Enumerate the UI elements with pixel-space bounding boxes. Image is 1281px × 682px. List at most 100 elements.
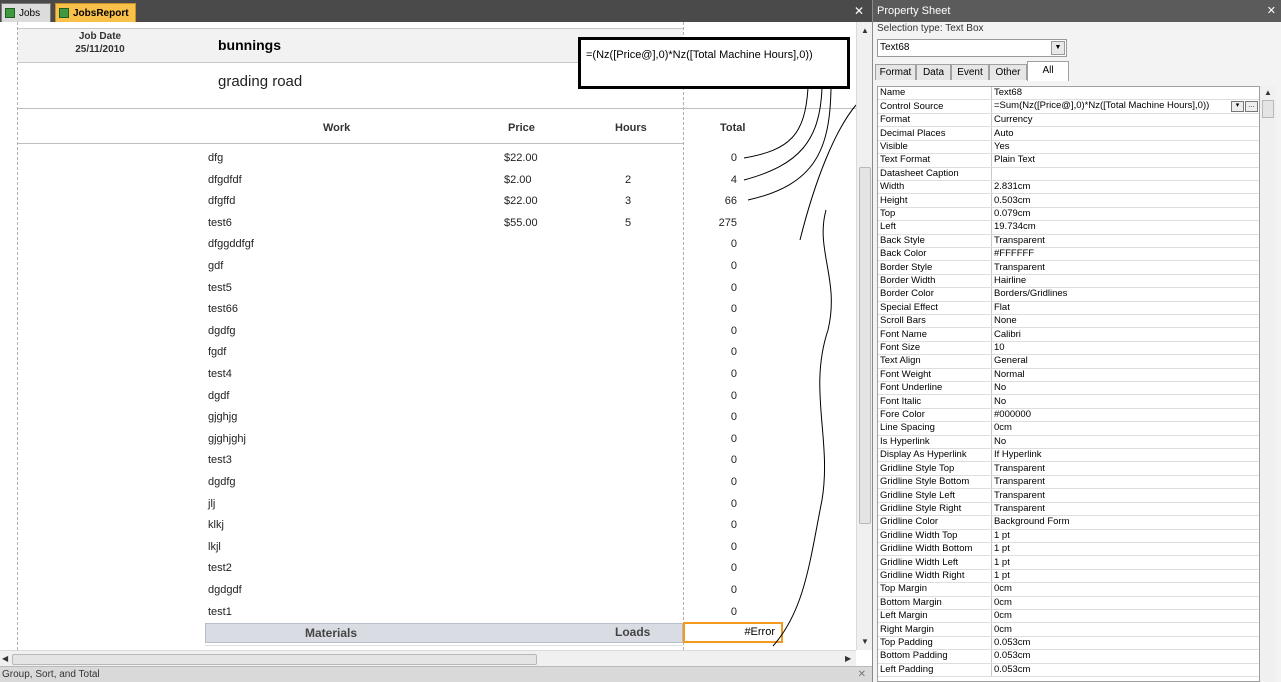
property-value[interactable]: 0.053cm (991, 663, 1259, 677)
property-value[interactable]: Transparent (991, 461, 1259, 476)
property-row[interactable]: Decimal Places Auto (878, 126, 1259, 141)
scroll-down-arrow-icon[interactable]: ▼ (861, 637, 869, 646)
property-row[interactable]: Height 0.503cm (878, 193, 1259, 208)
property-row[interactable]: Border Width Hairline (878, 274, 1259, 289)
property-value[interactable]: 10 (991, 341, 1259, 356)
property-grid-scroll-thumb[interactable] (1262, 100, 1274, 118)
property-value[interactable]: Hairline (991, 274, 1259, 289)
property-value[interactable]: 0cm (991, 582, 1259, 597)
property-value[interactable]: =Sum(Nz([Price@],0)*Nz([Total Machine Ho… (991, 99, 1259, 114)
property-row[interactable]: Top Padding 0.053cm (878, 636, 1259, 651)
property-row[interactable]: Visible Yes (878, 140, 1259, 155)
property-row[interactable]: Control Source =Sum(Nz([Price@],0)*Nz([To… (878, 99, 1259, 114)
property-row[interactable]: Special Effect Flat (878, 301, 1259, 316)
property-row[interactable]: Font Name Calibri (878, 327, 1259, 342)
property-row[interactable]: Bottom Margin 0cm (878, 596, 1259, 610)
property-row[interactable]: Is Hyperlink No (878, 435, 1259, 450)
property-value[interactable]: Yes (991, 140, 1259, 155)
property-value[interactable]: No (991, 435, 1259, 450)
property-value[interactable]: Currency (991, 113, 1259, 128)
expression-builder-button[interactable]: … (1245, 100, 1258, 112)
report-horizontal-scroll-thumb[interactable] (12, 654, 537, 665)
property-row[interactable]: Font Underline No (878, 381, 1259, 396)
property-value[interactable] (991, 167, 1259, 181)
control-selector-dropdown[interactable]: Text68 ▼ (877, 39, 1067, 57)
property-row[interactable]: Left Margin 0cm (878, 609, 1259, 624)
property-grid-scrollbar[interactable]: ▲ (1260, 86, 1276, 682)
property-row[interactable]: Text Format Plain Text (878, 153, 1259, 168)
property-row[interactable]: Line Spacing 0cm (878, 421, 1259, 436)
property-row[interactable]: Gridline Style Bottom Transparent (878, 475, 1259, 490)
property-value[interactable]: 0.053cm (991, 649, 1259, 664)
report-vertical-scrollbar[interactable]: ▲ ▼ (856, 22, 872, 650)
property-value[interactable]: Plain Text (991, 153, 1259, 168)
tab-format[interactable]: Format (875, 64, 916, 80)
property-row[interactable]: Width 2.831cm (878, 180, 1259, 195)
property-value[interactable]: Calibri (991, 327, 1259, 342)
chevron-down-icon[interactable]: ▾ (1231, 100, 1244, 112)
property-value[interactable]: Borders/Gridlines (991, 287, 1259, 302)
property-value[interactable]: Auto (991, 126, 1259, 141)
report-vertical-scroll-thumb[interactable] (859, 167, 871, 524)
property-value[interactable]: 1 pt (991, 555, 1259, 570)
property-row[interactable]: Font Weight Normal (878, 368, 1259, 383)
property-row[interactable]: Display As Hyperlink If Hyperlink (878, 448, 1259, 463)
property-row[interactable]: Back Color #FFFFFF (878, 247, 1259, 262)
property-value[interactable]: General (991, 354, 1259, 369)
property-value[interactable]: None (991, 314, 1259, 329)
property-row[interactable]: Back Style Transparent (878, 234, 1259, 248)
property-value[interactable]: #FFFFFF (991, 247, 1259, 262)
property-row[interactable]: Border Color Borders/Gridlines (878, 287, 1259, 302)
property-value[interactable]: Normal (991, 368, 1259, 383)
property-row[interactable]: Gridline Width Bottom 1 pt (878, 542, 1259, 557)
property-row[interactable]: Top 0.079cm (878, 207, 1259, 222)
property-row[interactable]: Bottom Padding 0.053cm (878, 649, 1259, 664)
scroll-right-arrow-icon[interactable]: ▶ (845, 654, 851, 663)
property-row[interactable]: Right Margin 0cm (878, 622, 1259, 637)
property-value[interactable]: #000000 (991, 408, 1259, 423)
property-value[interactable]: 2.831cm (991, 180, 1259, 195)
property-row[interactable]: Gridline Width Left 1 pt (878, 555, 1259, 570)
property-value[interactable]: 1 pt (991, 569, 1259, 584)
tab-all[interactable]: All (1027, 61, 1069, 81)
property-row[interactable]: Font Size 10 (878, 341, 1259, 356)
property-row[interactable]: Left 19.734cm (878, 220, 1259, 235)
property-row[interactable]: Format Currency (878, 113, 1259, 128)
group-sort-total-bar[interactable]: Group, Sort, and Total ✕ (0, 666, 872, 682)
chevron-down-icon[interactable]: ▼ (1051, 41, 1065, 55)
scroll-up-arrow-icon[interactable]: ▲ (1264, 88, 1272, 97)
tab-data[interactable]: Data (916, 64, 951, 80)
close-icon[interactable]: ✕ (858, 667, 866, 682)
property-row[interactable]: Name Text68 (878, 87, 1259, 101)
property-value[interactable]: If Hyperlink (991, 448, 1259, 463)
property-row[interactable]: Gridline Style Right Transparent (878, 502, 1259, 517)
property-value[interactable]: No (991, 394, 1259, 409)
scroll-up-arrow-icon[interactable]: ▲ (861, 26, 869, 35)
property-value[interactable]: Transparent (991, 488, 1259, 503)
property-row[interactable]: Border Style Transparent (878, 260, 1259, 275)
property-row[interactable]: Gridline Style Left Transparent (878, 488, 1259, 503)
property-value[interactable]: 0.503cm (991, 193, 1259, 208)
property-row[interactable]: Left Padding 0.053cm (878, 663, 1259, 677)
total-sum-textbox-text68[interactable]: #Error (683, 622, 783, 643)
close-document-icon[interactable]: ✕ (854, 4, 864, 18)
property-value[interactable]: 1 pt (991, 529, 1259, 543)
property-value[interactable]: 0.053cm (991, 636, 1259, 651)
property-value[interactable]: No (991, 381, 1259, 396)
tab-other[interactable]: Other (989, 64, 1027, 80)
property-row[interactable]: Font Italic No (878, 394, 1259, 409)
property-value[interactable]: 0cm (991, 609, 1259, 624)
tab-jobs[interactable]: Jobs (1, 3, 51, 22)
property-value[interactable]: 1 pt (991, 542, 1259, 557)
property-row[interactable]: Text Align General (878, 354, 1259, 369)
tab-event[interactable]: Event (951, 64, 989, 80)
property-value[interactable]: 0.079cm (991, 207, 1259, 222)
property-value[interactable]: Flat (991, 301, 1259, 316)
property-row[interactable]: Scroll Bars None (878, 314, 1259, 329)
property-value[interactable]: Background Form (991, 515, 1259, 530)
property-value[interactable]: Transparent (991, 260, 1259, 275)
property-value[interactable]: 0cm (991, 596, 1259, 610)
property-value[interactable]: Transparent (991, 502, 1259, 517)
property-value[interactable]: Transparent (991, 234, 1259, 248)
property-row[interactable]: Gridline Style Top Transparent (878, 461, 1259, 476)
